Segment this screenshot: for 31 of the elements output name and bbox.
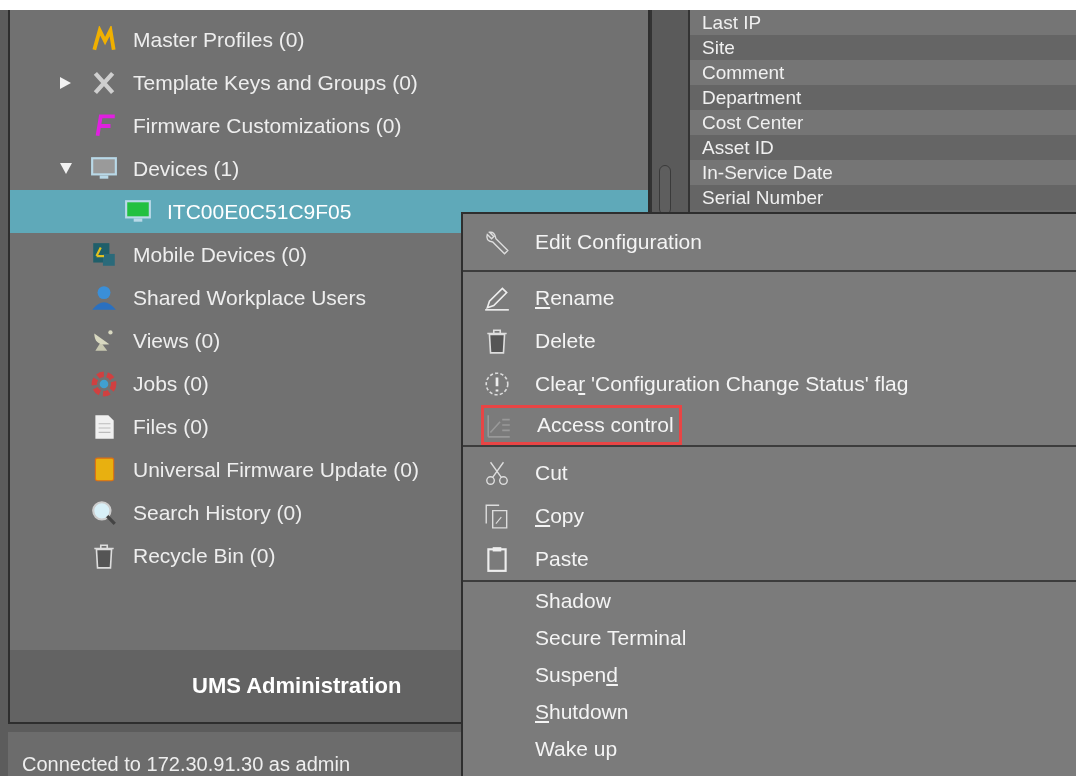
user-icon (90, 283, 118, 312)
menu-item[interactable]: Shadow (463, 582, 619, 619)
tree-item[interactable]: Master Profiles (0) (10, 18, 648, 61)
property-row: Asset ID (690, 135, 1076, 160)
gear-icon (90, 369, 118, 398)
menu-item[interactable]: Rename (463, 276, 623, 319)
scrollbar-thumb[interactable] (659, 165, 671, 215)
property-row: In-Service Date (690, 160, 1076, 185)
tree-item[interactable]: Template Keys and Groups (0) (10, 61, 648, 104)
property-row: Site (690, 35, 1076, 60)
property-row: Serial Number (690, 185, 1076, 210)
expand-triangle-icon[interactable] (60, 76, 71, 89)
tablet-icon (90, 240, 118, 269)
exclamation-icon (483, 369, 511, 398)
menu-item[interactable]: Copy (463, 494, 593, 537)
menu-item[interactable]: Paste (463, 537, 597, 580)
menu-item[interactable]: Clear 'Configuration Change Status' flag (463, 362, 917, 405)
property-row: Comment (690, 60, 1076, 85)
search-icon (90, 498, 118, 527)
menu-item[interactable]: Cut (463, 451, 576, 494)
property-row: Last IP (690, 10, 1076, 35)
collapse-triangle-icon[interactable] (60, 163, 72, 174)
property-row: Department (690, 85, 1076, 110)
wrench-icon (483, 228, 511, 256)
menu-item[interactable]: Suspend (463, 656, 626, 693)
tree-item[interactable]: Devices (1) (10, 147, 648, 190)
menu-item[interactable]: Wake up (463, 730, 626, 767)
tree-item[interactable]: Firmware Customizations (0) (10, 104, 648, 147)
menu-item[interactable]: Delete (463, 319, 604, 362)
menu-item[interactable]: Access control (481, 405, 682, 445)
property-row: Cost Center (690, 110, 1076, 135)
